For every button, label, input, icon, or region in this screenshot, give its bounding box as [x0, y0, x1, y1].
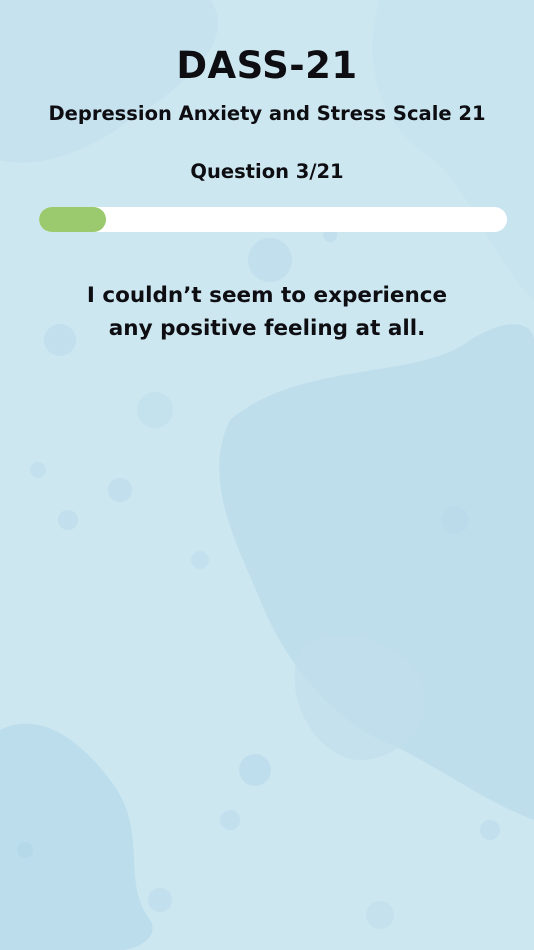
progress-fill	[39, 207, 106, 232]
question-screen: DASS-21 Depression Anxiety and Stress Sc…	[0, 0, 534, 950]
question-text-line-2: any positive feeling at all.	[108, 316, 426, 341]
app-subtitle: Depression Anxiety and Stress Scale 21	[48, 102, 486, 125]
progress-bar	[39, 207, 507, 232]
question-counter: Question 3/21	[190, 160, 344, 183]
question-text-line-1: I couldn’t seem to experience	[86, 283, 448, 308]
question-text: I couldn’t seem to experience any positi…	[60, 279, 474, 345]
app-title: DASS-21	[176, 44, 358, 87]
